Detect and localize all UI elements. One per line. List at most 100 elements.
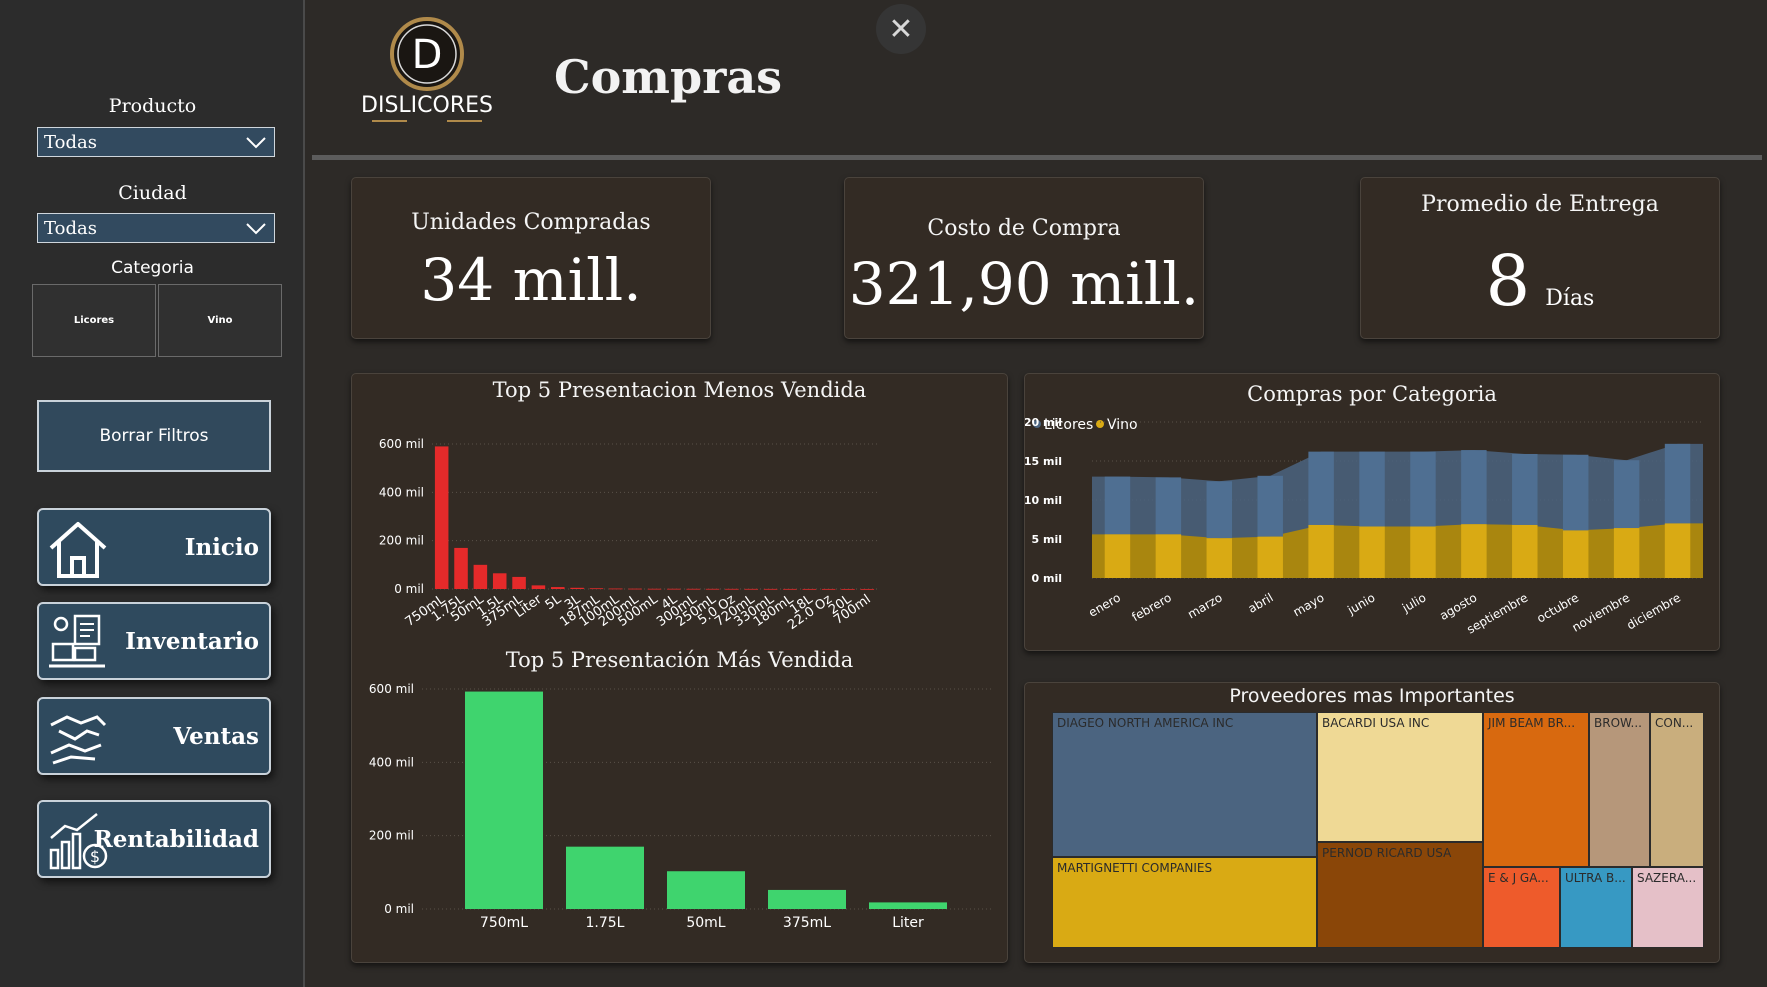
- column-licores-agosto: [1461, 450, 1487, 525]
- city-filter-label: Ciudad: [118, 182, 187, 204]
- legend-label-vino: Vino: [1107, 417, 1138, 433]
- kpi-delivery-value: 8: [1485, 240, 1531, 322]
- treemap-cell[interactable]: DIAGEO NORTH AMERICA INC: [1052, 712, 1317, 857]
- header-divider: [312, 155, 1762, 160]
- nav-rentabilidad-label: Rentabilidad: [93, 825, 259, 853]
- y-tick-label: 5 mil: [1032, 533, 1063, 546]
- bar-250mL: [705, 588, 720, 590]
- category-filter-label: Categoria: [111, 258, 194, 278]
- bar-50mL: [667, 871, 745, 909]
- x-tick-label: julio: [1399, 590, 1428, 615]
- treemap-cell[interactable]: BROW...: [1589, 712, 1650, 867]
- column-vino-julio: [1410, 526, 1436, 578]
- treemap-cell-label: BROW...: [1594, 716, 1642, 730]
- treemap-cell[interactable]: MARTIGNETTI COMPANIES: [1052, 857, 1317, 948]
- column-licores-junio: [1359, 451, 1385, 527]
- bar-200mL: [628, 588, 642, 590]
- column-vino-agosto: [1461, 524, 1487, 578]
- category-chart-card: Compras por Categoria Licores Vino 0 mil 5 …: [1024, 373, 1720, 651]
- column-licores-diciembre: [1664, 443, 1691, 524]
- bar-22.0 Oz: [821, 588, 836, 590]
- bar-300mL: [686, 588, 700, 590]
- x-tick-label: agosto: [1437, 590, 1479, 622]
- treemap-cell[interactable]: SAZERA...: [1632, 867, 1704, 948]
- handshake-icon: [50, 715, 107, 765]
- treemap-cell-label: DIAGEO NORTH AMERICA INC: [1057, 716, 1234, 730]
- clear-filters-button[interactable]: Borrar Filtros: [37, 400, 271, 472]
- treemap-cell-label: ULTRA B...: [1565, 871, 1626, 885]
- treemap-cell-label: E & J GA...: [1488, 871, 1549, 885]
- column-licores-marzo: [1206, 481, 1233, 539]
- chevron-down-icon: [246, 223, 266, 235]
- bar-187mL: [589, 588, 604, 590]
- y-tick-label: 200 mil: [379, 534, 424, 548]
- column-licores-abril: [1257, 475, 1283, 537]
- bar-3L: [570, 587, 584, 589]
- city-dropdown-value: Todas: [44, 217, 97, 239]
- kpi-delivery-title: Promedio de Entrega: [1421, 192, 1659, 217]
- column-vino-junio: [1359, 526, 1385, 578]
- close-button[interactable]: ✕: [876, 4, 926, 54]
- presentation-charts-card: Top 5 Presentacion Menos Vendida 0 mil 20…: [351, 373, 1008, 963]
- y-tick-label: 600 mil: [379, 437, 424, 451]
- logo-text: DISLICORES: [361, 93, 493, 118]
- column-vino-abril: [1257, 536, 1283, 578]
- category-tile-vino[interactable]: Vino: [158, 284, 282, 357]
- page-title: Compras: [554, 50, 783, 104]
- kpi-delivery-card: Promedio de Entrega 8 Días: [1360, 177, 1720, 339]
- bar-Liter: [531, 585, 546, 589]
- kpi-units-value: 34 mill.: [420, 246, 642, 314]
- logo-letter: D: [412, 32, 443, 78]
- x-tick-label: 750mL: [480, 915, 528, 931]
- treemap-cell-label: SAZERA...: [1637, 871, 1697, 885]
- bar-500mL: [647, 588, 662, 590]
- category-tile-licores[interactable]: Licores: [32, 284, 156, 357]
- bar-5.0 Oz: [725, 588, 739, 590]
- treemap-cell[interactable]: CON...: [1650, 712, 1704, 867]
- city-dropdown[interactable]: Todas: [37, 213, 275, 243]
- chart-title-most-sold: Top 5 Presentación Más Vendida: [505, 648, 854, 672]
- column-licores-julio: [1410, 451, 1436, 527]
- treemap-cell[interactable]: BACARDI USA INC: [1317, 712, 1483, 842]
- category-slicer: Licores Vino: [32, 284, 282, 357]
- treemap-cell[interactable]: PERNOD RICARD USA: [1317, 842, 1483, 948]
- column-licores-febrero: [1155, 477, 1182, 535]
- close-icon: ✕: [888, 11, 914, 47]
- column-vino-febrero: [1155, 534, 1182, 578]
- y-tick-label: 15 mil: [1025, 455, 1062, 468]
- nav-inicio-button[interactable]: Inicio: [37, 508, 271, 586]
- dislicores-logo: D DISLICORES: [361, 17, 493, 122]
- treemap-cell-label: CON...: [1655, 716, 1694, 730]
- bar-50mL: [473, 564, 488, 589]
- bar-720mL: [744, 588, 759, 590]
- bar-18L: [802, 588, 817, 590]
- home-icon: [49, 522, 107, 578]
- bar-700ml: [860, 588, 875, 590]
- nav-ventas-button[interactable]: Ventas: [37, 697, 271, 775]
- suppliers-treemap-card: Proveedores mas Importantes DIAGEO NORTH…: [1024, 682, 1720, 963]
- y-tick-label: 0 mil: [1032, 572, 1063, 585]
- column-licores-mayo: [1308, 451, 1334, 525]
- sidebar: Producto Todas Ciudad Todas Categoria Li…: [0, 0, 305, 987]
- x-tick-label: febrero: [1129, 590, 1173, 624]
- chart-title-less-sold: Top 5 Presentacion Menos Vendida: [492, 378, 867, 402]
- treemap-cell[interactable]: ULTRA B...: [1560, 867, 1632, 948]
- bar-4L: [667, 588, 681, 590]
- y-tick-label: 20 mil: [1025, 416, 1062, 429]
- column-vino-mayo: [1308, 524, 1334, 578]
- column-licores-enero: [1104, 476, 1131, 535]
- column-licores-septiembre: [1512, 453, 1538, 525]
- treemap-cell[interactable]: JIM BEAM BR...: [1483, 712, 1589, 867]
- bar-1.75L: [454, 547, 468, 589]
- chart-title-suppliers: Proveedores mas Importantes: [1229, 685, 1515, 707]
- column-vino-noviembre: [1613, 528, 1640, 578]
- x-tick-label: enero: [1086, 590, 1123, 619]
- product-dropdown[interactable]: Todas: [37, 127, 275, 157]
- kpi-cost-card: Costo de Compra 321,90 mill.: [844, 177, 1204, 339]
- nav-rentabilidad-button[interactable]: $ Rentabilidad: [37, 800, 271, 878]
- y-tick-label: 200 mil: [369, 829, 414, 843]
- nav-inventario-button[interactable]: Inventario: [37, 602, 271, 680]
- x-tick-label: Liter: [892, 915, 924, 931]
- bar-750mL: [434, 446, 449, 589]
- treemap-cell[interactable]: E & J GA...: [1483, 867, 1560, 948]
